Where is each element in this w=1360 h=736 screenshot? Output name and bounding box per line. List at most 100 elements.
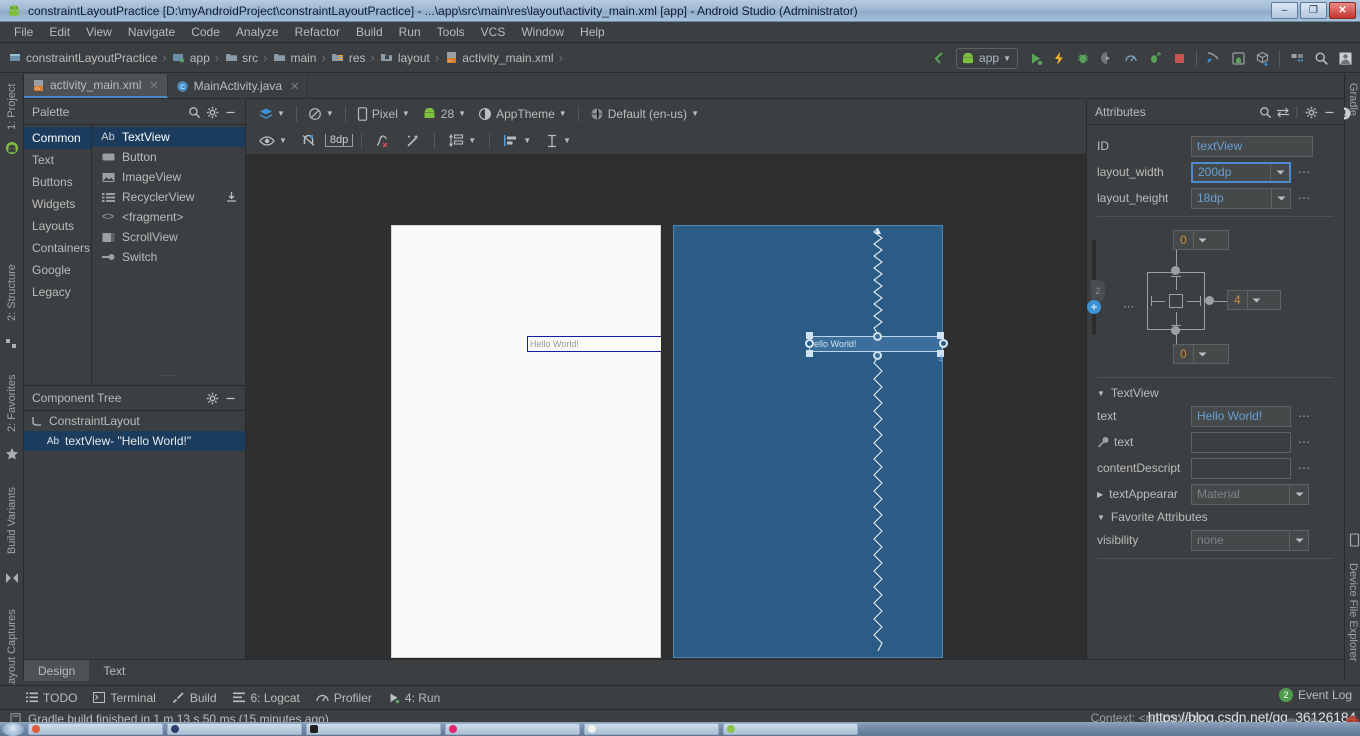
constraint-anchor-top[interactable] xyxy=(873,332,882,341)
text-appearance-combo[interactable]: Material xyxy=(1191,483,1309,505)
top-margin-combo[interactable]: 0 xyxy=(1173,230,1229,250)
constraint-anchor-bottom[interactable] xyxy=(873,351,882,360)
orientation-select[interactable]: ▼ xyxy=(303,105,339,123)
guidelines-menu[interactable]: ▼ xyxy=(443,131,481,150)
palette-category-buttons[interactable]: Buttons xyxy=(24,171,91,193)
event-log-button[interactable]: 2 Event Log xyxy=(1278,688,1352,702)
api-select[interactable]: 28 ▼ xyxy=(417,105,471,123)
menu-tools[interactable]: Tools xyxy=(429,23,473,41)
avatar-icon[interactable] xyxy=(1334,47,1356,69)
palette-category-legacy[interactable]: Legacy xyxy=(24,281,91,303)
chevron-right-icon[interactable]: ▶ xyxy=(1097,490,1103,499)
swap-icon[interactable] xyxy=(1274,103,1292,121)
run-button[interactable] xyxy=(1024,47,1046,69)
palette-resize-grip[interactable]: ⋯⋯ xyxy=(159,370,179,381)
status-button-build[interactable]: Build xyxy=(172,691,217,705)
chevron-down-icon[interactable] xyxy=(1289,484,1308,504)
gear-icon[interactable] xyxy=(203,389,221,407)
layout-width-more-icon[interactable]: ⋯ xyxy=(1297,165,1311,179)
menu-help[interactable]: Help xyxy=(572,23,613,41)
menu-analyze[interactable]: Analyze xyxy=(228,23,287,41)
constraint-widget[interactable]: 2 0 0 4 + ⋯ xyxy=(1087,222,1344,372)
resize-handle-top-right[interactable] xyxy=(937,332,944,339)
palette-item-scrollview[interactable]: ScrollView xyxy=(92,227,245,247)
text-more-icon[interactable]: ⋯ xyxy=(1297,409,1311,423)
menu-build[interactable]: Build xyxy=(348,23,391,41)
status-button-todo[interactable]: TODO xyxy=(26,691,77,705)
sidebar-item-favorites[interactable]: 2: Favorites xyxy=(0,364,24,442)
constraint-anchor-right[interactable] xyxy=(939,339,948,348)
menu-edit[interactable]: Edit xyxy=(41,23,78,41)
minimize-icon[interactable] xyxy=(221,103,239,121)
section-header-favorite-attributes[interactable]: ▼ Favorite Attributes xyxy=(1087,507,1344,527)
avd-manager-button[interactable] xyxy=(1227,47,1249,69)
pack-menu[interactable]: ▼ xyxy=(540,132,576,150)
download-icon[interactable] xyxy=(226,191,237,203)
visibility-combo[interactable]: none xyxy=(1191,529,1309,551)
palette-category-google[interactable]: Google xyxy=(24,259,91,281)
breadcrumb-item-3[interactable]: main xyxy=(290,51,316,65)
tab-text[interactable]: Text xyxy=(89,660,139,681)
chevron-down-icon[interactable] xyxy=(1271,188,1290,208)
ratio-tab[interactable]: 2 xyxy=(1091,280,1105,302)
breadcrumb-item-0[interactable]: constraintLayoutPractice xyxy=(26,51,157,65)
project-structure-button[interactable] xyxy=(1286,47,1308,69)
minimize-button[interactable]: – xyxy=(1271,2,1298,19)
locale-select[interactable]: Default (en-us) ▼ xyxy=(585,105,704,123)
back-arrow-icon[interactable] xyxy=(928,47,950,69)
bottom-margin-combo[interactable]: 0 xyxy=(1173,344,1229,364)
palette-item-button[interactable]: Button xyxy=(92,147,245,167)
menu-vcs[interactable]: VCS xyxy=(473,23,514,41)
menu-file[interactable]: File xyxy=(6,23,41,41)
breadcrumb-item-5[interactable]: layout xyxy=(398,51,430,65)
chevron-down-icon[interactable] xyxy=(1192,231,1211,249)
close-icon[interactable]: ✕ xyxy=(290,80,299,93)
content-description-more-icon[interactable]: ⋯ xyxy=(1297,461,1311,475)
tab-activity-main-xml[interactable]: <> activity_main.xml ✕ xyxy=(24,74,168,98)
right-constraint-dot[interactable] xyxy=(1205,296,1214,305)
theme-select[interactable]: AppTheme ▼ xyxy=(473,105,572,123)
minimize-icon[interactable] xyxy=(221,389,239,407)
palette-item-textview[interactable]: Ab TextView xyxy=(92,127,245,147)
palette-category-layouts[interactable]: Layouts xyxy=(24,215,91,237)
design-canvas[interactable]: Hello World! ello World! 4 xyxy=(246,155,1086,659)
taskbar-item-1[interactable] xyxy=(28,723,163,735)
menu-refactor[interactable]: Refactor xyxy=(287,23,348,41)
menu-code[interactable]: Code xyxy=(183,23,228,41)
run-with-coverage-button[interactable] xyxy=(1096,47,1118,69)
palette-category-common[interactable]: Common xyxy=(24,127,91,149)
text-resolved-more-icon[interactable]: ⋯ xyxy=(1297,435,1311,449)
chevron-down-icon[interactable] xyxy=(1246,291,1265,309)
palette-category-widgets[interactable]: Widgets xyxy=(24,193,91,215)
breadcrumb-item-2[interactable]: src xyxy=(242,51,258,65)
tab-design[interactable]: Design xyxy=(24,660,90,681)
text-resolved-input[interactable] xyxy=(1191,431,1291,453)
debug-button[interactable] xyxy=(1072,47,1094,69)
gear-icon[interactable] xyxy=(203,103,221,121)
design-preview-surface[interactable]: Hello World! xyxy=(391,225,662,658)
constraint-anchor-left[interactable] xyxy=(805,339,814,348)
show-constraints-toggle[interactable]: ▼ xyxy=(254,133,292,149)
infer-constraints-button[interactable] xyxy=(400,131,426,150)
status-button-profiler[interactable]: Profiler xyxy=(316,691,372,705)
palette-item-switch[interactable]: Switch xyxy=(92,247,245,267)
text-input[interactable]: Hello World! xyxy=(1191,405,1291,427)
run-configuration-select[interactable]: app ▼ xyxy=(956,47,1018,69)
design-textview[interactable]: Hello World! xyxy=(527,336,662,352)
gear-icon[interactable] xyxy=(1302,103,1320,121)
breadcrumb-item-6[interactable]: activity_main.xml xyxy=(462,51,553,65)
right-margin-combo[interactable]: 4 xyxy=(1227,290,1281,310)
palette-item-fragment[interactable]: <> <fragment> xyxy=(92,207,245,227)
breadcrumb-item-4[interactable]: res xyxy=(349,51,366,65)
sidebar-item-project[interactable]: 1: Project xyxy=(0,76,24,138)
restore-button[interactable]: ❐ xyxy=(1300,2,1327,19)
tree-node-textview[interactable]: Ab textView- "Hello World!" xyxy=(24,431,245,451)
minimize-icon[interactable] xyxy=(1320,103,1338,121)
menu-navigate[interactable]: Navigate xyxy=(120,23,183,41)
menu-window[interactable]: Window xyxy=(513,23,572,41)
palette-category-text[interactable]: Text xyxy=(24,149,91,171)
sidebar-item-device-file-explorer[interactable]: Device File Explorer xyxy=(1345,552,1360,672)
palette-item-recyclerview[interactable]: RecyclerView xyxy=(92,187,245,207)
sidebar-item-build-variants[interactable]: Build Variants xyxy=(0,474,24,566)
sync-gradle-button[interactable] xyxy=(1203,47,1225,69)
